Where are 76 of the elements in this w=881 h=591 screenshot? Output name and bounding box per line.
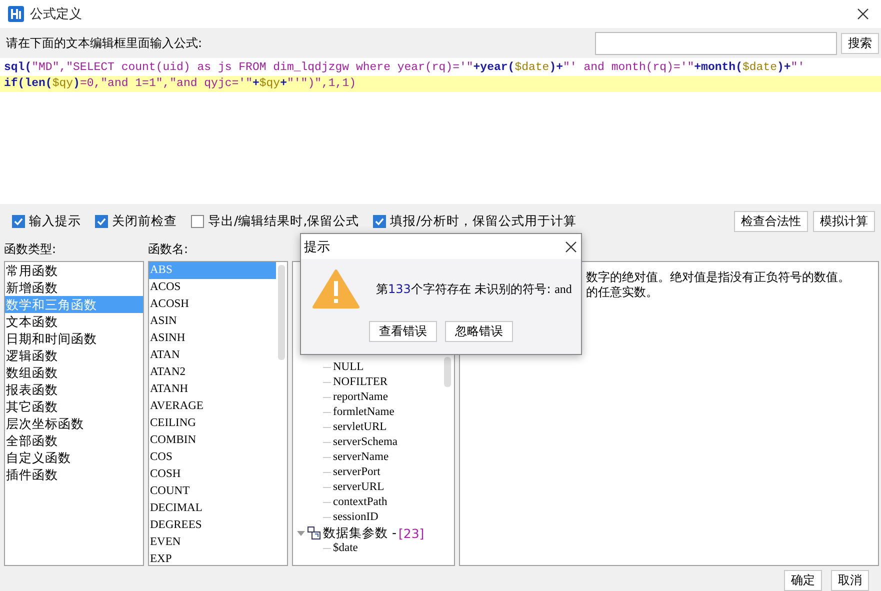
list-item[interactable]: 逻辑函数 <box>5 347 143 364</box>
list-item[interactable]: ATAN2 <box>149 364 276 381</box>
list-label: 函数类型: <box>4 241 58 258</box>
search-field[interactable] <box>595 32 837 55</box>
list-item[interactable]: DEGREES <box>149 517 276 534</box>
list-item[interactable]: ACOS <box>149 279 276 296</box>
list-item[interactable]: ATAN <box>149 347 276 364</box>
tree-item[interactable]: serverSchema <box>293 435 454 450</box>
search-button[interactable]: 搜索 <box>841 33 879 54</box>
checkbox[interactable] <box>12 214 25 228</box>
prompt-label: 请在下面的文本编辑框里面输入公式: <box>6 35 204 52</box>
list-item[interactable]: 自定义函数 <box>5 449 143 466</box>
dialog-button[interactable]: 取消 <box>831 570 869 591</box>
list-item[interactable]: COUNT <box>149 483 276 500</box>
list-item[interactable]: COS <box>149 449 276 466</box>
tree-item[interactable]: sessionID <box>293 510 454 525</box>
checkbox-label: 填报/分析时，保留公式用于计算 <box>390 212 576 230</box>
error-message: 第133个字符存在 未识别的符号: and <box>376 280 572 298</box>
close-icon <box>565 240 577 252</box>
list-item[interactable]: 数组函数 <box>5 364 143 381</box>
list-item[interactable]: 全部函数 <box>5 432 143 449</box>
list-item[interactable]: EXP <box>149 551 276 565</box>
dialog-button[interactable]: 确定 <box>784 570 822 591</box>
warning-icon <box>312 269 360 309</box>
list-item[interactable]: 文本函数 <box>5 313 143 330</box>
tree-item[interactable]: contextPath <box>293 495 454 510</box>
scrollbar-thumb[interactable] <box>278 265 285 360</box>
list-item[interactable]: COMBIN <box>149 432 276 449</box>
tree-item[interactable]: NULL <box>293 360 454 375</box>
list-item[interactable]: AVERAGE <box>149 398 276 415</box>
tree-item[interactable]: NOFILTER <box>293 375 454 390</box>
checkbox-label: 输入提示 <box>29 212 81 230</box>
parameter-icon <box>307 526 321 540</box>
list-item[interactable]: EVEN <box>149 534 276 551</box>
list-item[interactable]: 层次坐标函数 <box>5 415 143 432</box>
list-item[interactable]: 新增函数 <box>5 279 143 296</box>
tree-group-label[interactable]: 数据集参数 - <box>323 524 396 542</box>
list-item[interactable]: ACOSH <box>149 296 276 313</box>
checkbox-label: 关闭前检查 <box>112 212 177 230</box>
action-button[interactable]: 模拟计算 <box>813 210 875 232</box>
description-text: 数字的绝对值。绝对值是指没有正负符号的数值。 <box>586 270 851 285</box>
expand-arrow-icon[interactable] <box>297 529 305 537</box>
app-logo-icon <box>8 6 24 22</box>
formula-editor[interactable]: sql("MD","SELECT count(uid) as js FROM dim_lqdjzgw where year(rq)='"+year($date)+"' and month(rq)='"+month($date)+"' if(len($qy)=0,"and 1=1","and qyjc='"+$qy+"'")",1,1) <box>0 58 881 204</box>
checkbox[interactable] <box>373 214 386 228</box>
checkbox-label: 导出/编辑结果时,保留公式 <box>208 212 360 230</box>
scrollbar-thumb[interactable] <box>444 357 451 387</box>
dialog-button[interactable]: 忽略错误 <box>445 321 513 342</box>
list-item[interactable]: 常用函数 <box>5 262 143 279</box>
dialog-button[interactable]: 查看错误 <box>369 321 437 342</box>
list-item[interactable]: COSH <box>149 466 276 483</box>
list-label: 函数名: <box>148 241 190 258</box>
list-item[interactable]: 插件函数 <box>5 466 143 483</box>
list-item[interactable]: 日期和时间函数 <box>5 330 143 347</box>
dialog-title: 提示 <box>304 238 330 256</box>
list-item[interactable]: ASINH <box>149 330 276 347</box>
checkbox[interactable] <box>191 214 204 228</box>
list-item[interactable]: 报表函数 <box>5 381 143 398</box>
list-item[interactable]: 其它函数 <box>5 398 143 415</box>
list-item[interactable]: CEILING <box>149 415 276 432</box>
tree-item[interactable]: serverName <box>293 450 454 465</box>
tree-item[interactable]: serverURL <box>293 480 454 495</box>
list-item[interactable]: ASIN <box>149 313 276 330</box>
description-text: 的任意实数。 <box>586 285 659 300</box>
list-item[interactable]: ATANH <box>149 381 276 398</box>
tree-item[interactable]: $date <box>293 541 454 556</box>
tree-item[interactable]: servletURL <box>293 420 454 435</box>
close-icon <box>857 8 869 20</box>
tree-group-count: [23] <box>398 526 424 540</box>
tree-item[interactable]: serverPort <box>293 465 454 480</box>
tree-item[interactable]: formletName <box>293 405 454 420</box>
window-title: 公式定义 <box>30 6 82 23</box>
list-item[interactable]: DECIMAL <box>149 500 276 517</box>
action-button[interactable]: 检查合法性 <box>734 210 808 232</box>
checkbox[interactable] <box>95 214 108 228</box>
tree-item[interactable]: reportName <box>293 390 454 405</box>
